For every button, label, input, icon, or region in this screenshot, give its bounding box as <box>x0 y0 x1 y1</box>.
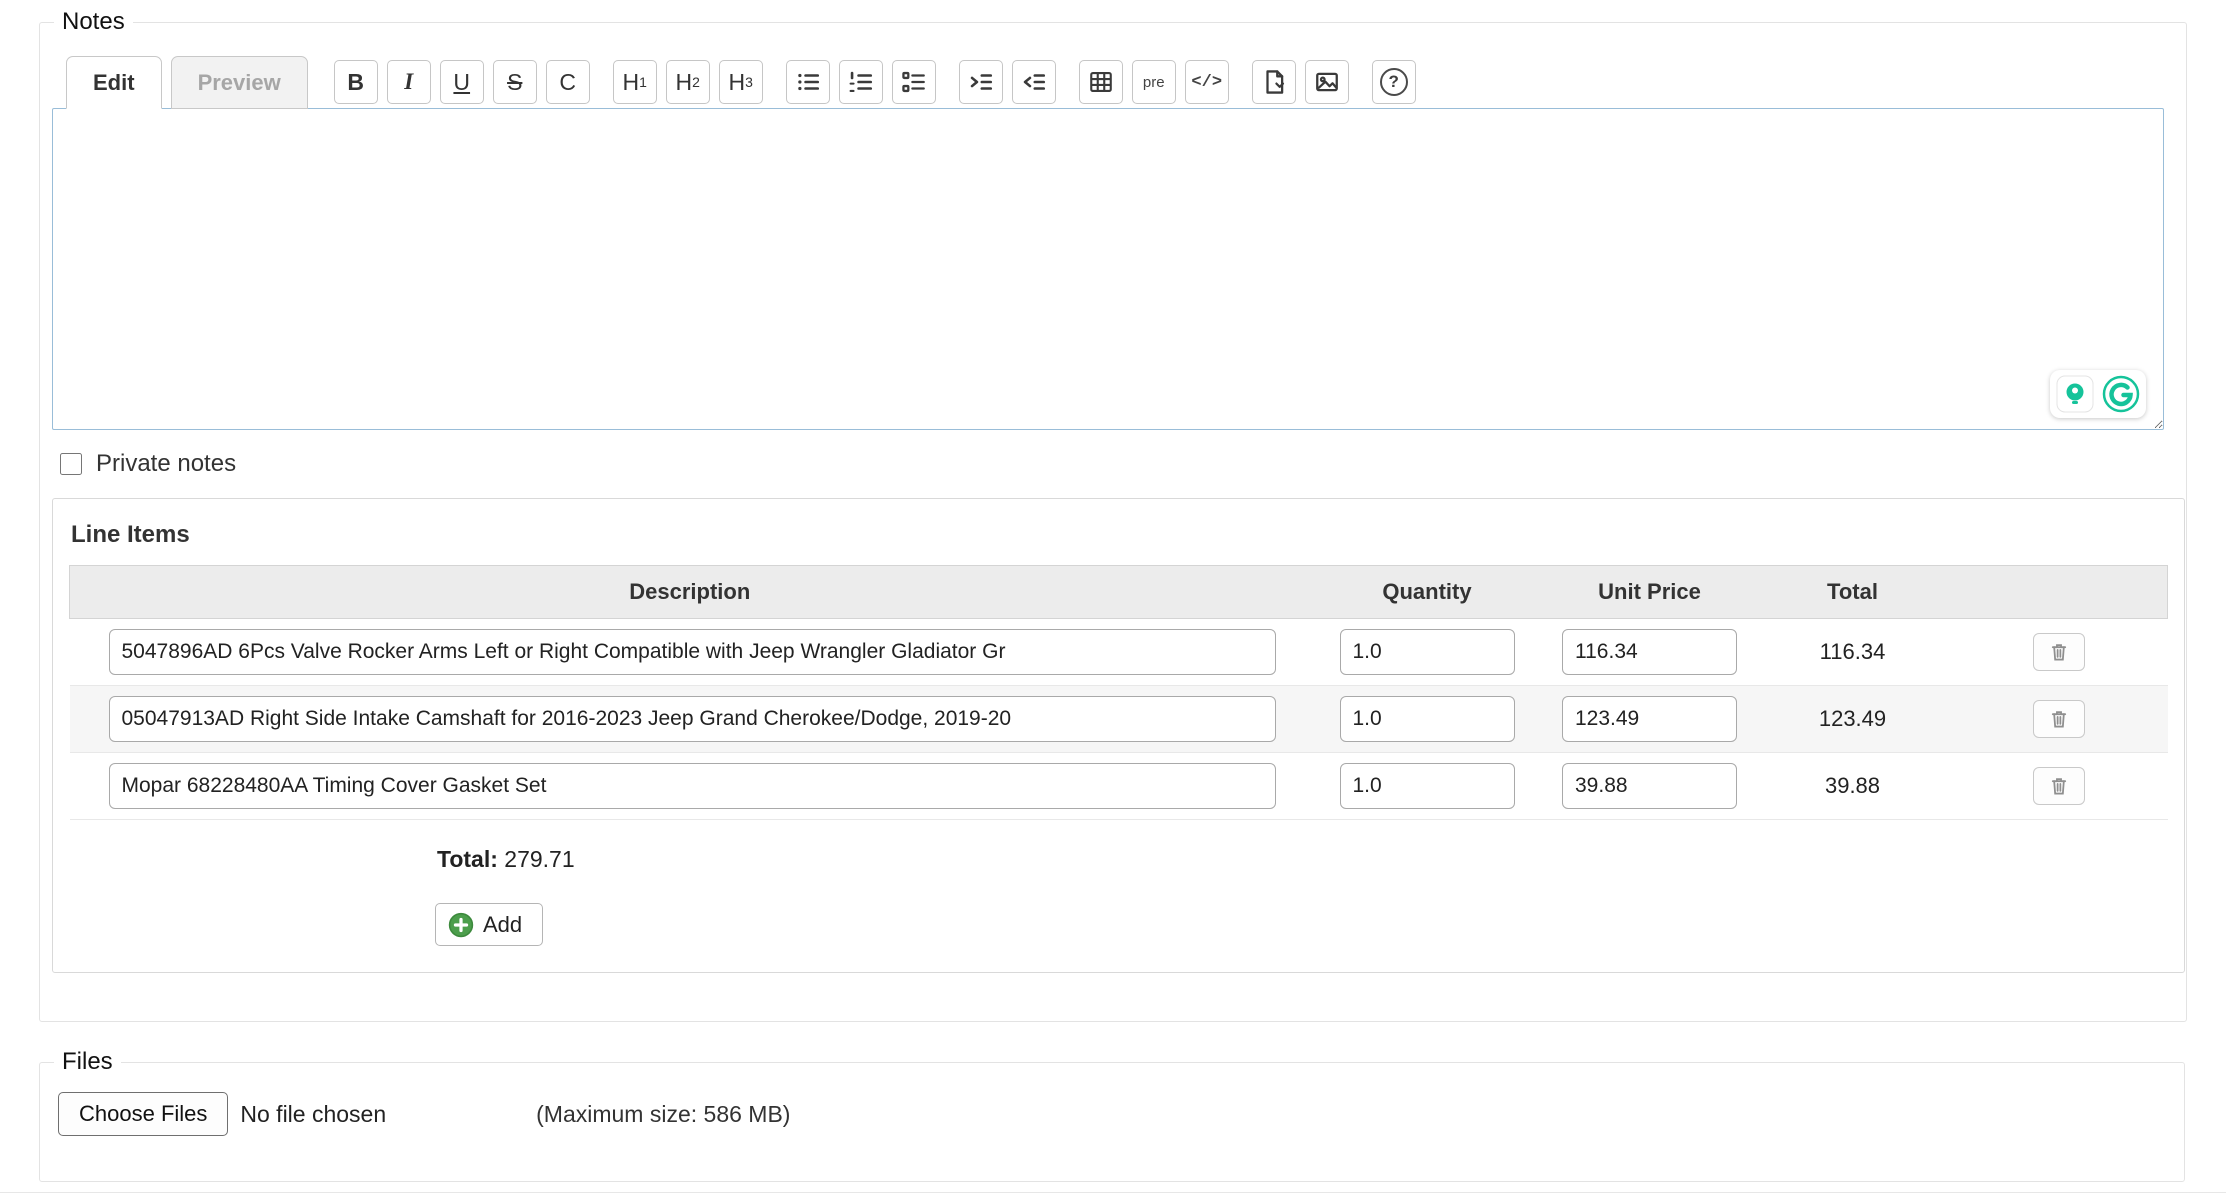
notes-textarea[interactable] <box>52 108 2164 430</box>
add-button-label: Add <box>483 912 522 938</box>
choose-files-button[interactable]: Choose Files <box>58 1092 228 1136</box>
private-notes-label: Private notes <box>96 450 236 478</box>
row-total: 123.49 <box>1755 686 1951 753</box>
tab-preview-label: Preview <box>198 70 281 96</box>
heading3-button[interactable]: H3 <box>719 60 763 104</box>
inline-code-button[interactable]: C <box>546 60 590 104</box>
no-file-chosen-text: No file chosen <box>240 1101 386 1128</box>
trash-icon <box>2048 708 2070 730</box>
notes-editor-area <box>52 108 2164 430</box>
preformatted-button[interactable]: pre <box>1132 60 1176 104</box>
unquote-button[interactable] <box>1012 60 1056 104</box>
unit-price-input[interactable] <box>1562 629 1737 675</box>
add-line-item-button[interactable]: Add <box>435 903 543 946</box>
page-bottom-divider <box>0 1192 2226 1193</box>
grammarly-suggestion-icon[interactable] <box>2056 375 2094 413</box>
help-button[interactable]: ? <box>1372 60 1416 104</box>
formatting-toolbar: B I U S C H1 H2 H3 <box>334 60 1425 104</box>
trash-icon <box>2048 641 2070 663</box>
private-notes-row: Private notes <box>60 450 2186 478</box>
private-notes-checkbox[interactable] <box>60 453 82 475</box>
table-row: 116.34 <box>70 619 2168 686</box>
table-row: 123.49 <box>70 686 2168 753</box>
notes-legend: Notes <box>54 8 133 36</box>
tab-edit[interactable]: Edit <box>66 56 162 109</box>
underline-button[interactable]: U <box>440 60 484 104</box>
quantity-input[interactable] <box>1340 696 1515 742</box>
line-items-title: Line Items <box>71 521 2168 549</box>
row-total: 116.34 <box>1755 619 1951 686</box>
total-value: 279.71 <box>504 846 574 872</box>
max-size-text: (Maximum size: 586 MB) <box>536 1101 790 1128</box>
notes-fieldset: Notes Edit Preview B I U S C H1 H2 H3 <box>39 8 2187 1022</box>
file-upload-row: Choose Files No file chosen (Maximum siz… <box>58 1092 2184 1136</box>
heading1-button[interactable]: H1 <box>613 60 657 104</box>
quantity-input[interactable] <box>1340 763 1515 809</box>
strikethrough-button[interactable]: S <box>493 60 537 104</box>
description-input[interactable] <box>109 763 1276 809</box>
delete-row-button[interactable] <box>2033 767 2085 805</box>
col-header-description: Description <box>70 566 1310 619</box>
code-block-button[interactable]: </> <box>1185 60 1229 104</box>
table-header-row: Description Quantity Unit Price Total <box>70 566 2168 619</box>
line-items-total: Total: 279.71 <box>437 846 2168 873</box>
table-button[interactable] <box>1079 60 1123 104</box>
image-icon <box>1314 69 1340 95</box>
quantity-input[interactable] <box>1340 629 1515 675</box>
line-items-table: Description Quantity Unit Price Total 11… <box>69 565 2168 820</box>
edit-form-page: Notes Edit Preview B I U S C H1 H2 H3 <box>0 0 2226 1196</box>
col-header-unit-price: Unit Price <box>1545 566 1755 619</box>
delete-row-button[interactable] <box>2033 633 2085 671</box>
insert-image-button[interactable] <box>1305 60 1349 104</box>
grammarly-icon[interactable] <box>2102 375 2140 413</box>
unit-price-input[interactable] <box>1562 696 1737 742</box>
table-row: 39.88 <box>70 753 2168 820</box>
col-header-actions <box>1951 566 2168 619</box>
col-header-total: Total <box>1755 566 1951 619</box>
task-list-button[interactable] <box>892 60 936 104</box>
table-icon <box>1088 69 1114 95</box>
files-legend: Files <box>54 1048 121 1076</box>
tab-preview[interactable]: Preview <box>171 56 308 109</box>
grammarly-widget[interactable] <box>2050 370 2146 418</box>
add-plus-icon <box>448 912 474 938</box>
heading2-button[interactable]: H2 <box>666 60 710 104</box>
outdent-icon <box>1021 69 1047 95</box>
numbered-list-button[interactable] <box>839 60 883 104</box>
blockquote-button[interactable] <box>959 60 1003 104</box>
total-label: Total: <box>437 846 498 872</box>
numbered-list-icon <box>848 69 874 95</box>
files-fieldset: Files Choose Files No file chosen (Maxim… <box>39 1048 2185 1182</box>
bullet-list-icon <box>795 69 821 95</box>
indent-icon <box>968 69 994 95</box>
trash-icon <box>2048 775 2070 797</box>
document-icon <box>1261 69 1287 95</box>
bold-button[interactable]: B <box>334 60 378 104</box>
bullet-list-button[interactable] <box>786 60 830 104</box>
italic-button[interactable]: I <box>387 60 431 104</box>
task-list-icon <box>901 69 927 95</box>
tab-edit-label: Edit <box>93 70 135 96</box>
delete-row-button[interactable] <box>2033 700 2085 738</box>
description-input[interactable] <box>109 629 1276 675</box>
col-header-quantity: Quantity <box>1310 566 1545 619</box>
unit-price-input[interactable] <box>1562 763 1737 809</box>
description-input[interactable] <box>109 696 1276 742</box>
row-total: 39.88 <box>1755 753 1951 820</box>
editor-tabs-toolbar: Edit Preview B I U S C H1 H2 H3 <box>66 56 2186 109</box>
help-icon: ? <box>1380 68 1408 96</box>
line-items-section: Line Items Description Quantity Unit Pri… <box>52 498 2185 973</box>
insert-file-button[interactable] <box>1252 60 1296 104</box>
